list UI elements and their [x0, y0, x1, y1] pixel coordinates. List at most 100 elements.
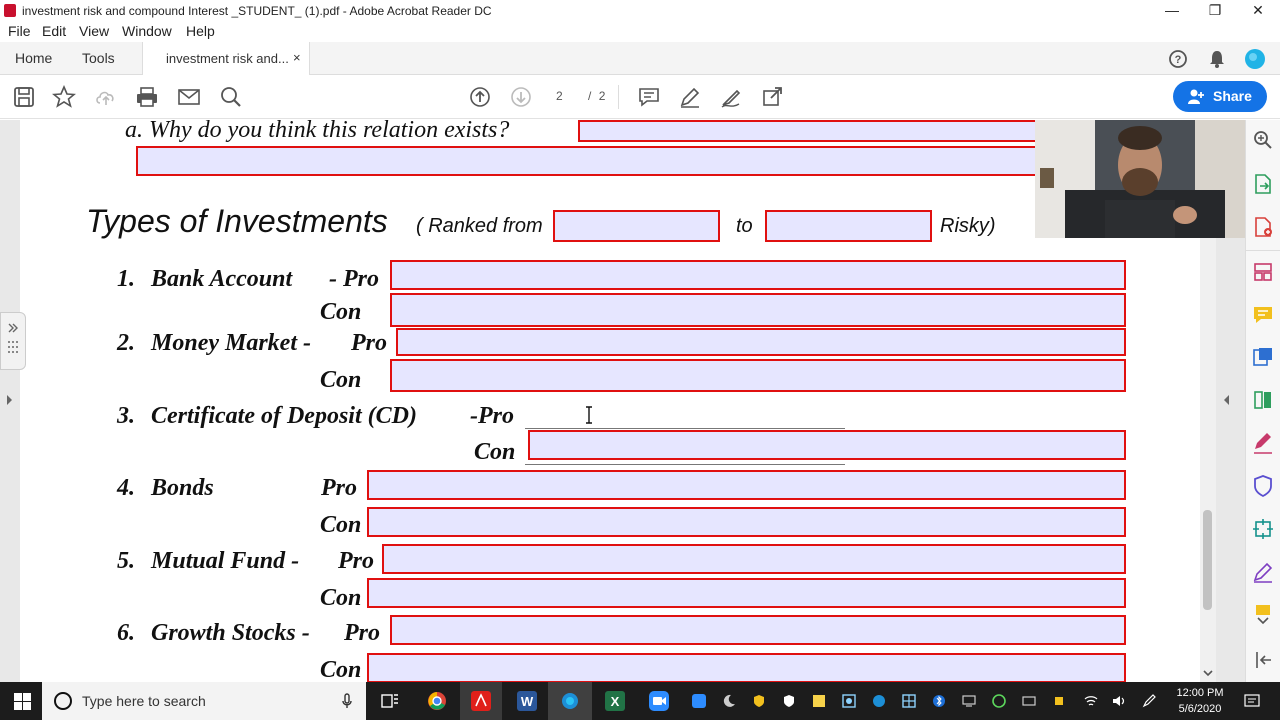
- highlight-pen-icon[interactable]: [678, 85, 702, 109]
- item-5-con-field[interactable]: [367, 578, 1126, 608]
- ranked-to-field[interactable]: [765, 210, 932, 242]
- fill-sign-icon[interactable]: [1251, 431, 1275, 455]
- action-center-icon[interactable]: [1244, 693, 1260, 709]
- wifi-tray-icon[interactable]: [1084, 694, 1098, 708]
- volume-tray-icon[interactable]: [1112, 694, 1126, 708]
- email-icon[interactable]: [177, 85, 201, 109]
- zoom-app-icon[interactable]: [649, 691, 669, 711]
- item-3-pro-underline[interactable]: [525, 428, 845, 429]
- item-6-number: 6.: [117, 620, 135, 646]
- taskbar-search-box[interactable]: Type here to search: [42, 682, 366, 720]
- keyboard-tray-icon[interactable]: [1022, 694, 1036, 708]
- more-tools-icon[interactable]: [1251, 602, 1275, 626]
- scroll-down-icon[interactable]: [1203, 668, 1213, 678]
- menu-view[interactable]: View: [79, 23, 109, 39]
- next-page-icon[interactable]: [509, 85, 533, 109]
- item-6-con-field[interactable]: [367, 653, 1126, 682]
- item-1-number: 1.: [117, 266, 135, 292]
- sync-tray-icon[interactable]: [992, 694, 1006, 708]
- comment-tool-icon[interactable]: [1251, 303, 1275, 327]
- tab-tools[interactable]: Tools: [82, 50, 115, 66]
- upload-cloud-icon[interactable]: [94, 85, 118, 109]
- close-window-button[interactable]: ✕: [1236, 0, 1280, 22]
- item-1-pro-field[interactable]: [390, 260, 1126, 290]
- svg-text:X: X: [611, 694, 620, 709]
- item-6-pro-field[interactable]: [390, 615, 1126, 645]
- create-pdf-icon[interactable]: [1251, 215, 1275, 239]
- moon-tray-icon[interactable]: [722, 694, 736, 708]
- notification-bell-icon[interactable]: [1206, 48, 1228, 70]
- item-2-pro-field[interactable]: [396, 328, 1126, 356]
- word-icon[interactable]: W: [517, 691, 537, 711]
- screen-recorder-icon[interactable]: [560, 691, 580, 711]
- close-tab-icon[interactable]: ×: [293, 50, 301, 65]
- protect-shield-icon[interactable]: [1251, 474, 1275, 498]
- item-4-number: 4.: [117, 475, 135, 501]
- item-3-con-field[interactable]: [528, 430, 1126, 460]
- item-4-pro-field[interactable]: [367, 470, 1126, 500]
- defender-tray-icon[interactable]: [782, 694, 796, 708]
- tab-home[interactable]: Home: [15, 50, 52, 66]
- ranked-from-field[interactable]: [553, 210, 720, 242]
- collapse-pane-icon[interactable]: [1251, 648, 1275, 672]
- export-pdf-icon[interactable]: [1251, 172, 1275, 196]
- menu-help[interactable]: Help: [186, 23, 215, 39]
- panel-divider: [1246, 250, 1280, 251]
- tab-document[interactable]: investment risk and... ×: [142, 42, 310, 75]
- acrobat-taskbar-icon[interactable]: [471, 691, 491, 711]
- save-icon[interactable]: [12, 85, 36, 109]
- network-grid-tray-icon[interactable]: [902, 694, 916, 708]
- item-4-con-field[interactable]: [367, 507, 1126, 537]
- sign-icon[interactable]: [719, 85, 743, 109]
- left-arrow-icon[interactable]: [4, 394, 14, 406]
- usb-tray-icon[interactable]: [1052, 694, 1066, 708]
- menu-window[interactable]: Window: [122, 23, 172, 39]
- compare-files-icon[interactable]: [1251, 388, 1275, 412]
- menu-file[interactable]: File: [8, 23, 31, 39]
- organize-pages-icon[interactable]: [1251, 260, 1275, 284]
- search-zoom-icon[interactable]: [219, 85, 243, 109]
- optimize-pdf-icon[interactable]: [1251, 517, 1275, 541]
- zoom-icon[interactable]: [1251, 128, 1275, 152]
- send-for-review-icon[interactable]: [1251, 345, 1275, 369]
- chrome-icon[interactable]: [427, 691, 447, 711]
- microphone-icon[interactable]: [342, 693, 352, 709]
- teams-tray-icon[interactable]: [872, 694, 886, 708]
- user-avatar-icon[interactable]: [1244, 48, 1266, 70]
- expand-panel-icon: [8, 323, 18, 353]
- toolbar: 2 / 2: [0, 75, 1280, 119]
- excel-icon[interactable]: X: [605, 691, 625, 711]
- camera-tray-icon[interactable]: [842, 694, 856, 708]
- notes-tray-icon[interactable]: [812, 694, 826, 708]
- item-1-con-field[interactable]: [390, 293, 1126, 327]
- print-icon[interactable]: [135, 85, 159, 109]
- scrollbar-thumb[interactable]: [1203, 510, 1212, 610]
- item-3-pro-label: -Pro: [470, 403, 514, 429]
- minimize-button[interactable]: —: [1150, 0, 1194, 22]
- share-export-icon[interactable]: [760, 85, 784, 109]
- item-2-con-field[interactable]: [390, 359, 1126, 392]
- menu-edit[interactable]: Edit: [42, 23, 66, 39]
- previous-page-icon[interactable]: [468, 85, 492, 109]
- help-icon[interactable]: ?: [1167, 48, 1189, 70]
- current-page-input[interactable]: 2: [556, 89, 563, 103]
- bookmark-star-icon[interactable]: [52, 85, 76, 109]
- zoom-tray-icon[interactable]: [692, 694, 706, 708]
- edit-pdf-icon[interactable]: [1251, 560, 1275, 584]
- share-button[interactable]: Share: [1173, 81, 1267, 112]
- collapse-right-panel-icon[interactable]: [1222, 394, 1232, 406]
- security-tray-icon[interactable]: [752, 694, 766, 708]
- bluetooth-tray-icon[interactable]: [932, 694, 946, 708]
- add-person-icon: [1188, 89, 1204, 104]
- display-tray-icon[interactable]: [962, 694, 976, 708]
- item-5-pro-field[interactable]: [382, 544, 1126, 574]
- pen-tray-icon[interactable]: [1142, 694, 1156, 708]
- task-view-icon[interactable]: [380, 691, 400, 711]
- comment-icon[interactable]: [637, 85, 661, 109]
- question-a-field-2[interactable]: [136, 146, 1038, 176]
- left-panel-toggle[interactable]: [0, 312, 26, 370]
- restore-button[interactable]: ❐: [1193, 0, 1237, 22]
- question-a-field-1[interactable]: [578, 120, 1038, 142]
- taskbar-clock[interactable]: 12:00 PM 5/6/2020: [1170, 685, 1230, 717]
- windows-start-icon[interactable]: [14, 693, 31, 710]
